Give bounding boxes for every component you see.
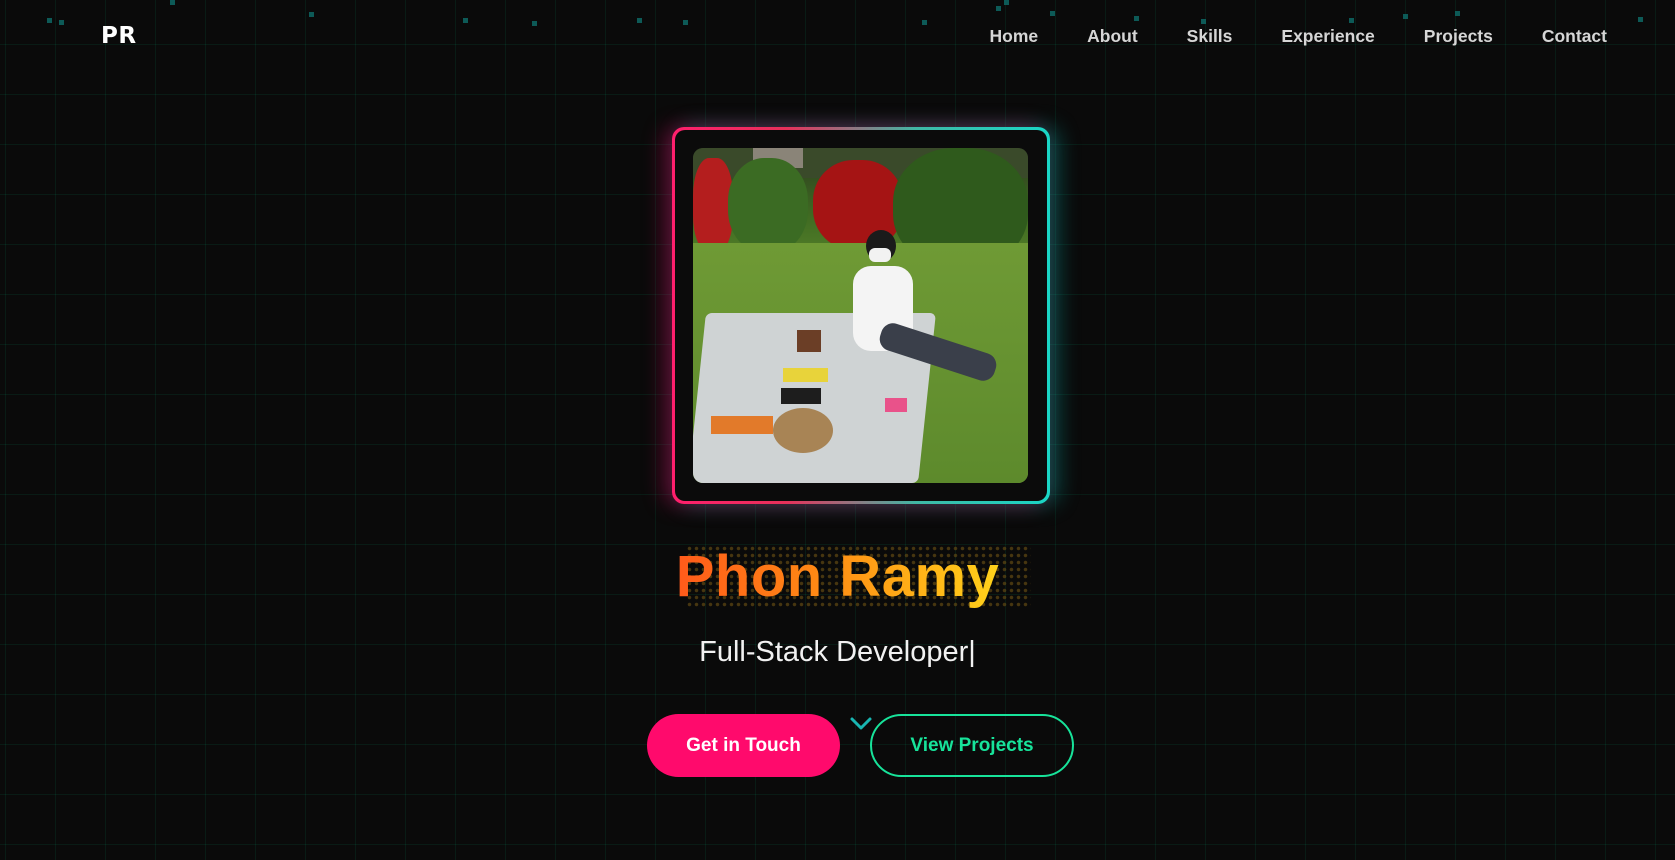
photo-person-mask [869, 248, 891, 262]
chevron-down-icon[interactable] [849, 716, 873, 732]
decorative-pixel [1201, 19, 1206, 24]
nav-link-skills[interactable]: Skills [1187, 26, 1233, 47]
typing-cursor: | [968, 636, 976, 668]
photo-bag [797, 330, 821, 352]
decorative-pixel [683, 20, 688, 25]
decorative-pixel [1050, 11, 1055, 16]
photo-bush [693, 158, 733, 253]
nav-link-about[interactable]: About [1087, 26, 1138, 47]
hero-section: PR Home About Skills Experience Projects… [0, 0, 1675, 860]
decorative-pixel [1455, 11, 1460, 16]
photo-dark-item [781, 388, 821, 404]
decorative-pixel [170, 0, 175, 5]
nav-link-projects[interactable]: Projects [1424, 26, 1493, 47]
decorative-pixel [463, 18, 468, 23]
decorative-pixel [532, 21, 537, 26]
hero-subtitle: Full-Stack Developer| [0, 636, 1675, 669]
view-projects-button[interactable]: View Projects [870, 714, 1074, 777]
decorative-pixel [47, 18, 52, 23]
hero-name-wrap: Phon Ramy [0, 543, 1675, 610]
hero-name: Phon Ramy [675, 544, 1000, 609]
decorative-pixel [637, 18, 642, 23]
decorative-pixel [1134, 16, 1139, 21]
photo-snacks [783, 368, 828, 382]
decorative-pixel [1004, 0, 1009, 5]
photo-hat [773, 408, 833, 453]
decorative-pixel [922, 20, 927, 25]
decorative-pixel [996, 6, 1001, 11]
decorative-pixel [309, 12, 314, 17]
decorative-pixel [1403, 14, 1408, 19]
hero-subtitle-text: Full-Stack Developer [699, 636, 969, 668]
photo-bush [728, 158, 808, 253]
decorative-pixel [59, 20, 64, 25]
nav-link-experience[interactable]: Experience [1281, 26, 1374, 47]
photo-pink-item [885, 398, 907, 412]
profile-photo [693, 148, 1028, 483]
get-in-touch-button[interactable]: Get in Touch [647, 714, 840, 777]
nav-link-home[interactable]: Home [990, 26, 1039, 47]
nav-link-contact[interactable]: Contact [1542, 26, 1607, 47]
profile-photo-inner [675, 130, 1047, 501]
main-nav: Home About Skills Experience Projects Co… [990, 26, 1608, 47]
photo-box [711, 416, 773, 434]
decorative-pixel [1349, 18, 1354, 23]
decorative-pixel [1638, 17, 1643, 22]
profile-photo-frame [672, 127, 1050, 504]
site-logo[interactable]: PR [101, 23, 137, 49]
